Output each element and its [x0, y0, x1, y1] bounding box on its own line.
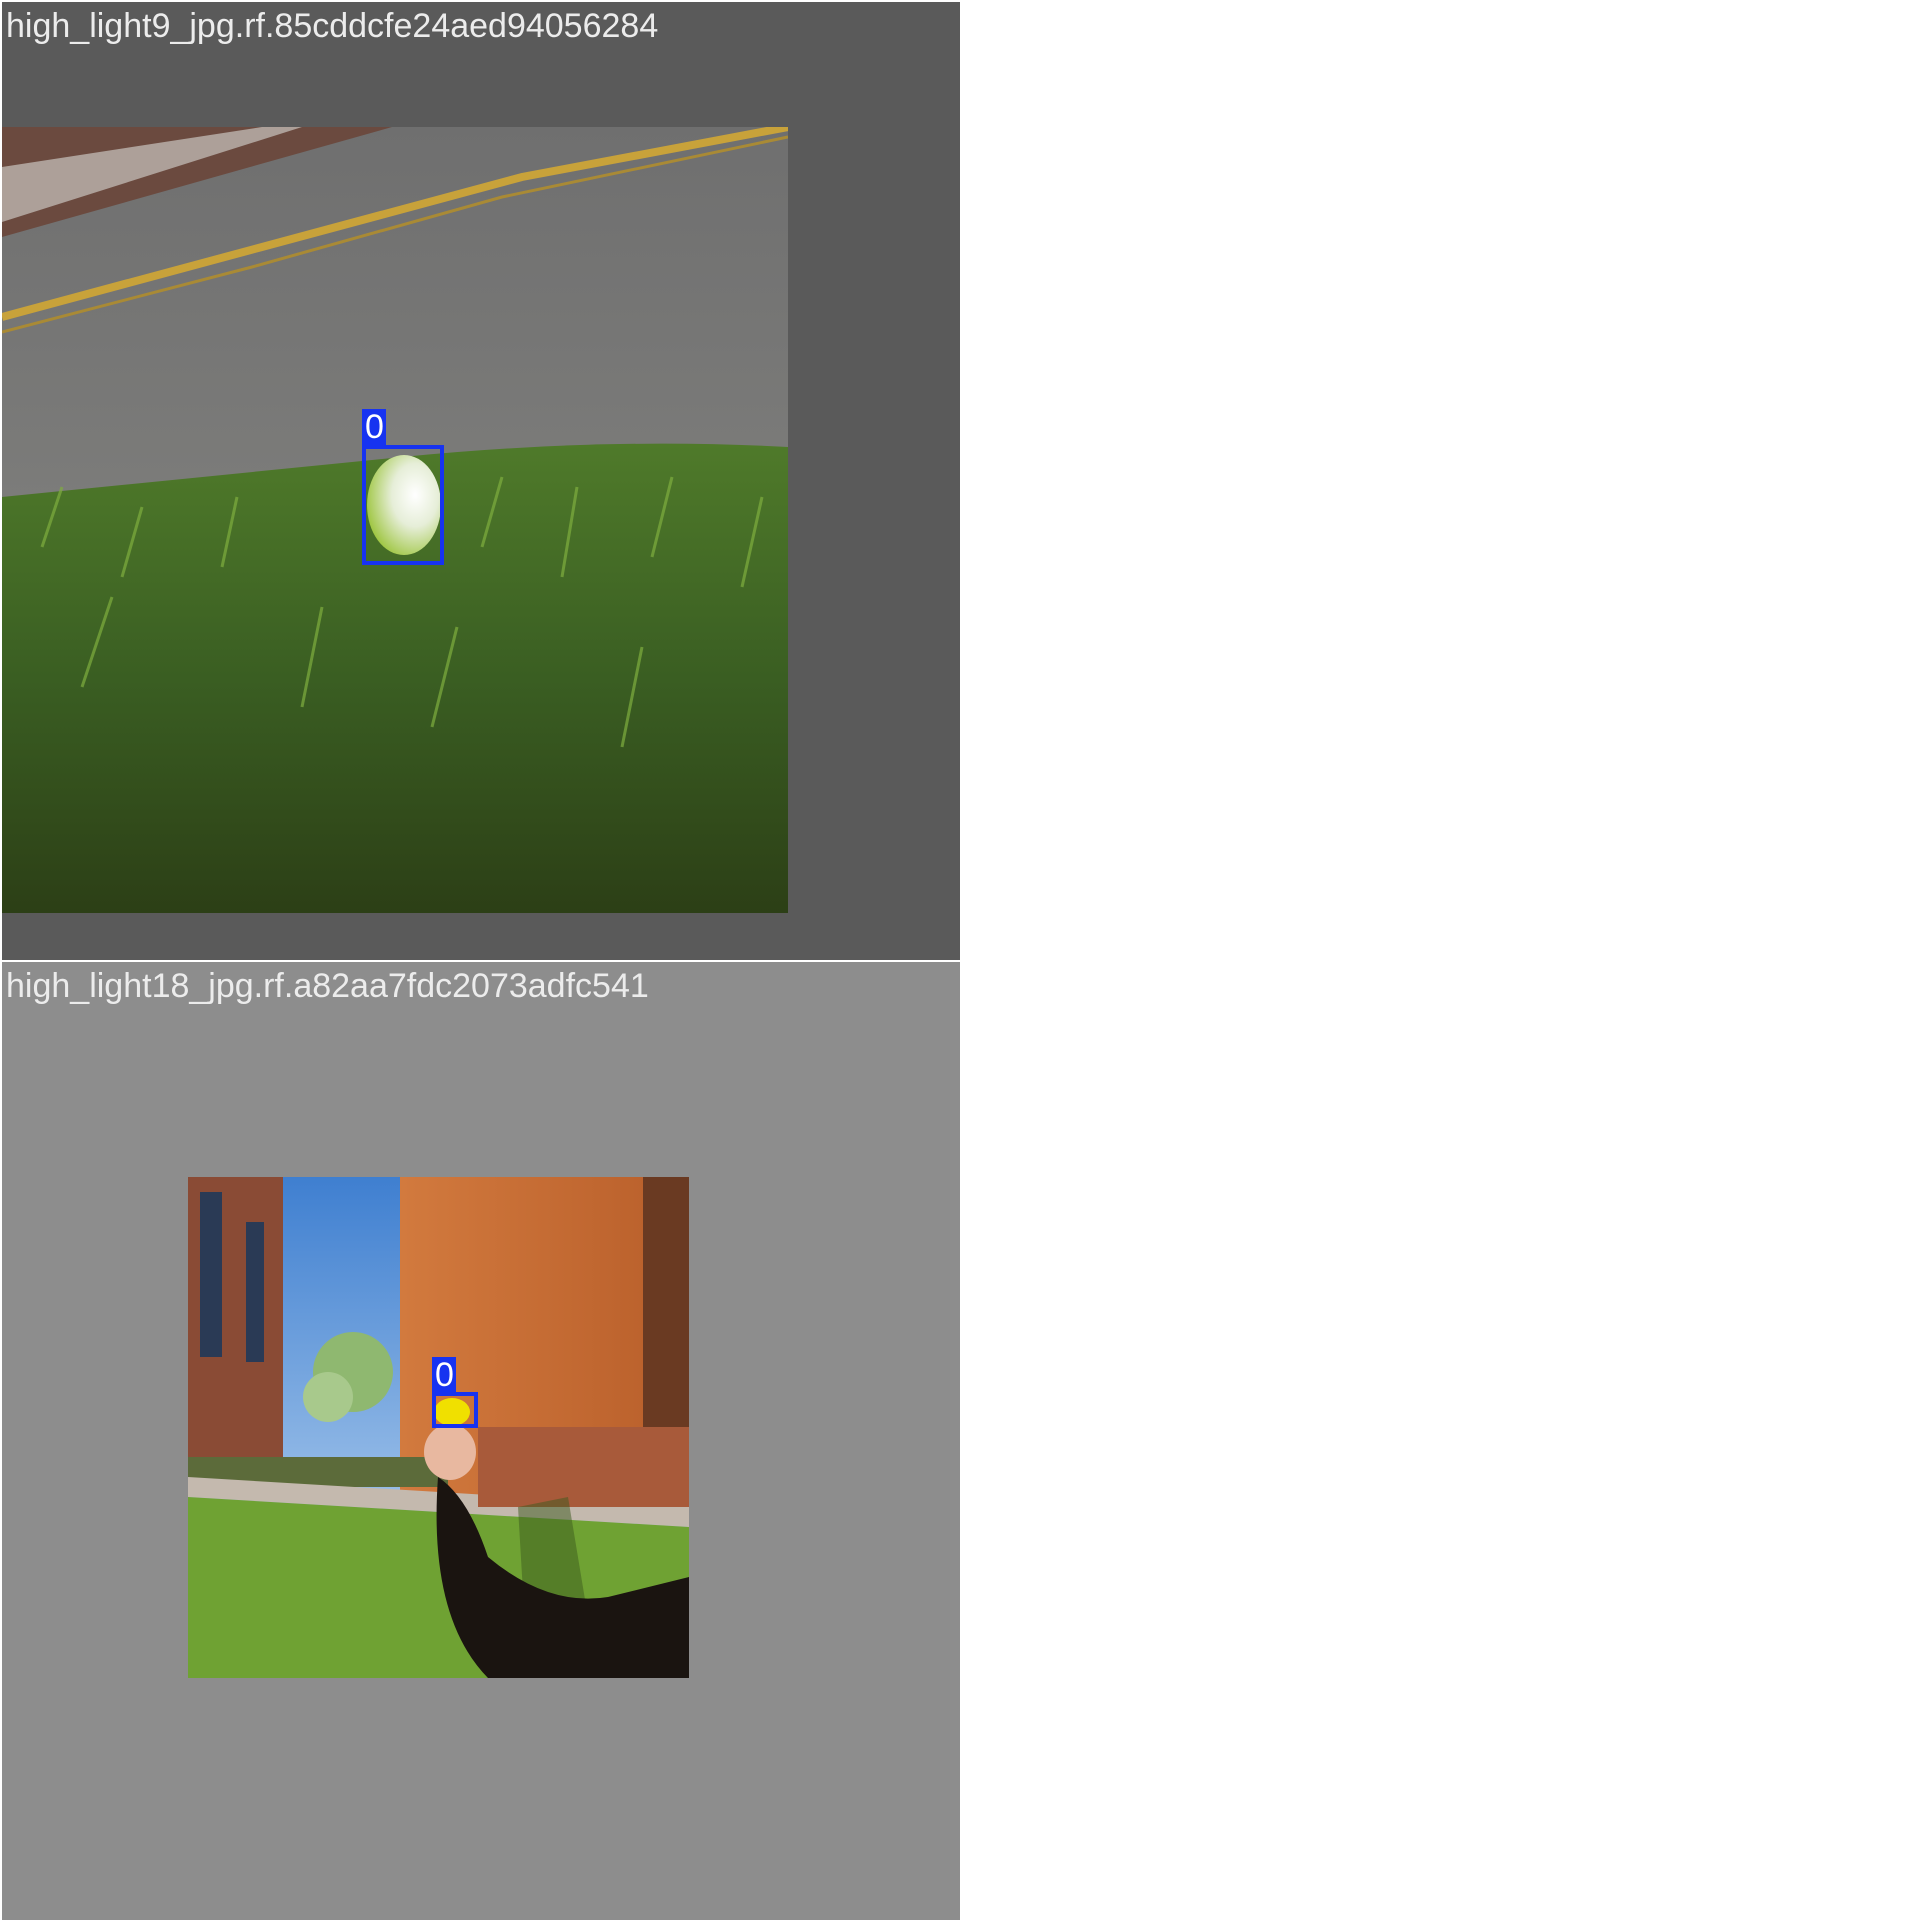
- tile-1-detection-label: 0: [362, 409, 386, 447]
- tile-2-detection-label: 0: [432, 1357, 456, 1394]
- tile-1-detection-box: [362, 445, 444, 565]
- tile-1-filename: high_light9_jpg.rf.85cddcfe24aed94056284: [6, 7, 659, 45]
- tile-2-filename: high_light18_jpg.rf.a82aa7fdc2073adfc541: [6, 967, 649, 1005]
- image-tile-1: high_light9_jpg.rf.85cddcfe24aed94056284: [2, 2, 960, 960]
- image-tile-2: high_light18_jpg.rf.a82aa7fdc2073adfc541: [2, 962, 960, 1920]
- tile-2-detection-box: [432, 1392, 478, 1428]
